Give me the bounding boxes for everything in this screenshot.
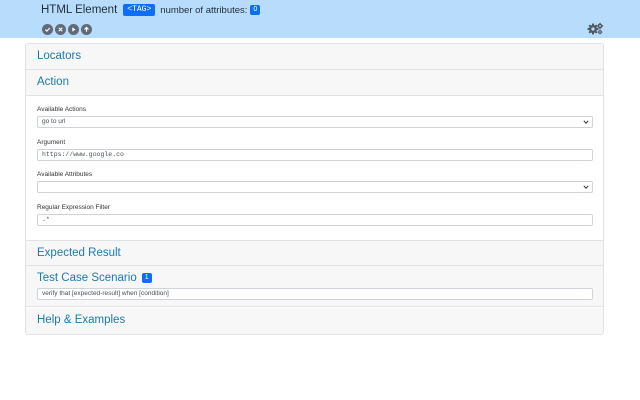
regex-filter-input[interactable]: .* xyxy=(37,214,593,226)
attributes-label: number of attributes: xyxy=(160,4,248,16)
argument-input[interactable]: https://www.google.co xyxy=(37,149,593,161)
top-bar: HTML Element <TAG> number of attributes:… xyxy=(0,0,640,38)
close-circle-icon[interactable] xyxy=(55,24,66,35)
section-expected-result-title: Expected Result xyxy=(37,247,121,259)
chevron-down-icon xyxy=(583,120,589,124)
available-attributes-select[interactable] xyxy=(37,181,593,193)
available-actions-select[interactable]: go to url xyxy=(37,116,593,128)
play-circle-icon[interactable] xyxy=(68,24,79,35)
attributes-count-badge: 0 xyxy=(250,5,261,15)
section-locators[interactable]: Locators xyxy=(26,44,603,70)
section-test-case-scenario[interactable]: Test Case Scenario 1 xyxy=(26,266,603,289)
arrow-up-circle-icon[interactable] xyxy=(81,24,92,35)
section-test-case-scenario-title: Test Case Scenario xyxy=(37,272,137,284)
chevron-down-icon xyxy=(583,185,589,189)
gears-icon[interactable] xyxy=(587,22,604,35)
scenario-value: verify that [expected-result] when [cond… xyxy=(42,290,169,297)
argument-label: Argument xyxy=(37,139,66,146)
section-expected-result[interactable]: Expected Result xyxy=(26,240,603,266)
scenario-count-badge: 1 xyxy=(141,273,152,283)
section-action[interactable]: Action xyxy=(26,70,603,96)
scenario-input[interactable]: verify that [expected-result] when [cond… xyxy=(37,288,593,300)
check-circle-icon[interactable] xyxy=(42,24,53,35)
element-title: HTML Element xyxy=(41,4,118,16)
available-attributes-label: Available Attributes xyxy=(37,171,93,178)
element-info: HTML Element <TAG> number of attributes:… xyxy=(41,3,261,17)
regex-filter-label: Regular Expression Filter xyxy=(37,204,110,211)
tag-badge: <TAG> xyxy=(123,4,156,16)
section-help-title: Help & Examples xyxy=(37,314,126,326)
available-actions-value: go to url xyxy=(42,118,66,125)
argument-value: https://www.google.co xyxy=(42,151,124,158)
main-panel: Locators Action Available Actions go to … xyxy=(25,43,604,335)
regex-filter-value: .* xyxy=(42,216,50,223)
control-buttons xyxy=(42,24,92,35)
available-actions-label: Available Actions xyxy=(37,106,87,113)
section-locators-title: Locators xyxy=(37,50,82,62)
section-help[interactable]: Help & Examples xyxy=(26,308,603,334)
section-action-title: Action xyxy=(37,76,69,88)
